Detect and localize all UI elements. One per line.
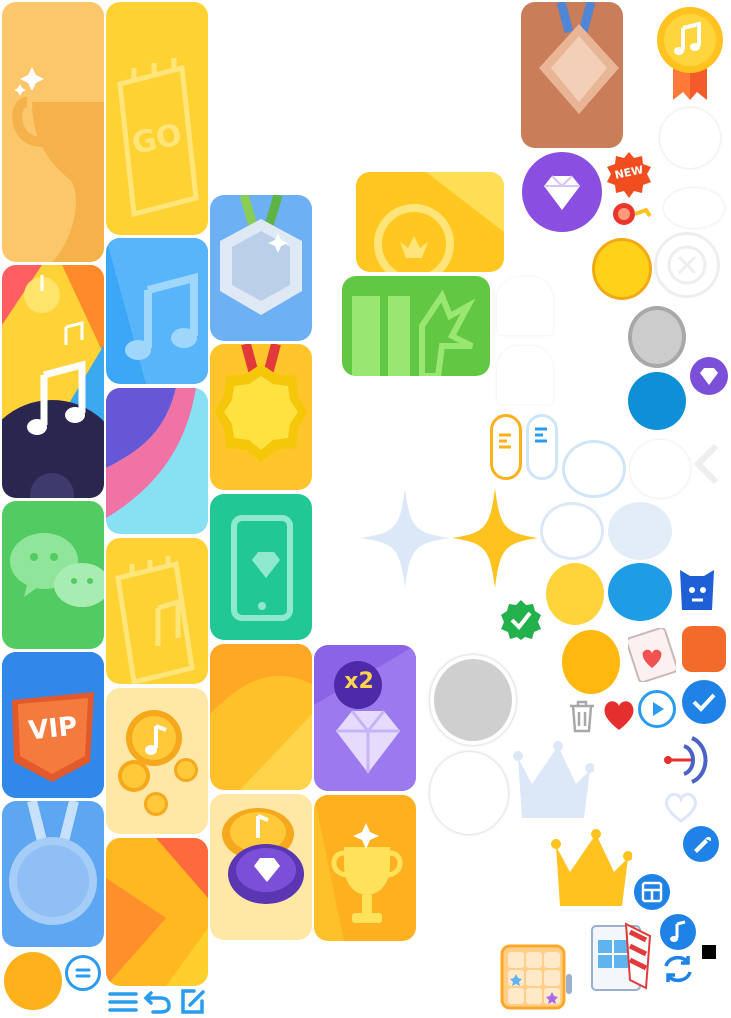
orange-dot-icon [4, 952, 62, 1010]
diamond-x2-icon [314, 645, 416, 791]
refresh-icon[interactable] [660, 952, 696, 986]
trophy-icon [12, 67, 104, 262]
orange-tile [210, 644, 312, 790]
white-dot [660, 108, 720, 168]
trash-icon[interactable] [566, 698, 598, 734]
diamond-small-icon [690, 357, 728, 395]
music-badge-icon [655, 4, 725, 100]
yellow-dot-icon [546, 563, 604, 625]
diamond-x2-tile: x2 [314, 645, 416, 791]
wechat-icon [10, 533, 104, 607]
wechat-tile [2, 501, 104, 649]
play-circle-icon[interactable] [638, 690, 676, 728]
go-card-tile: GO [106, 2, 208, 235]
blue-dot-icon [628, 372, 686, 430]
orange-shapes-tile [106, 838, 208, 986]
sparkle-gold-icon [452, 488, 538, 588]
silver-medal-icon [220, 195, 302, 315]
bingo-card-icon [500, 944, 574, 1010]
music-note-icon [106, 238, 208, 384]
sparkle-light-icon [360, 488, 450, 588]
heart-outline-icon[interactable] [662, 790, 700, 824]
coins-tile [106, 688, 208, 834]
music-circle-icon[interactable] [660, 914, 696, 950]
vip-tile: VIP [2, 652, 104, 798]
music-blue-tile [106, 238, 208, 384]
phone-diamond-tile [210, 494, 312, 640]
bubble-white [630, 440, 690, 498]
black-square-icon [702, 945, 716, 959]
verified-check-icon [499, 598, 543, 640]
toggle-blue-icon[interactable] [526, 414, 558, 480]
gold-medal-tile [210, 344, 312, 490]
phone-diamond-icon [231, 515, 293, 621]
edit-icon[interactable] [178, 987, 208, 1015]
orange-dot-icon-2 [562, 630, 620, 694]
coin-diamond-tile [210, 794, 312, 940]
bubble-light [608, 502, 672, 560]
notification-icon[interactable] [683, 826, 719, 862]
blue-dot-icon-2 [608, 563, 672, 621]
crown-icon [550, 826, 632, 912]
placeholder-card [497, 277, 553, 335]
bubble-outline-2 [540, 502, 604, 560]
coin-diamond-icon [222, 808, 304, 904]
close-circle-icon[interactable] [654, 232, 720, 298]
x2-label: x2 [344, 669, 374, 694]
music-card-tile [106, 538, 208, 684]
orange-square-icon [682, 626, 726, 672]
silver-coin-icon [628, 306, 686, 368]
bubble-outline [562, 440, 626, 498]
white-circle-button[interactable] [430, 752, 508, 834]
placeholder-card-2 [497, 346, 553, 404]
gold-medal-icon [214, 344, 308, 462]
silver-medal-tile [2, 801, 104, 947]
shop-icon [586, 918, 654, 996]
grid-icon[interactable] [634, 874, 670, 910]
gold-trophy-icon [314, 795, 416, 941]
white-dot-2 [664, 188, 724, 228]
bronze-medal-tile [521, 2, 623, 148]
music-note-icon [2, 265, 104, 498]
ticket-tile [356, 172, 504, 272]
back-chevron-icon[interactable] [692, 440, 724, 488]
gift-tile [342, 276, 490, 376]
music-color-tile [2, 265, 104, 498]
bronze-medal-icon [539, 2, 619, 114]
list-icon[interactable] [108, 989, 138, 1015]
gold-trophy-tile [314, 795, 416, 941]
grey-circle-button[interactable] [430, 655, 516, 745]
swirl-tile [106, 388, 208, 534]
firecracker-icon [610, 200, 652, 228]
gold-coin-icon [592, 238, 652, 300]
check-circle-icon[interactable] [682, 680, 726, 724]
toggle-orange-icon[interactable] [490, 414, 522, 480]
menu-circle-icon[interactable] [65, 955, 101, 991]
heart-icon[interactable] [602, 696, 636, 732]
diamond-circle-icon [522, 152, 602, 232]
undo-icon[interactable] [143, 987, 173, 1015]
trophy-tile [2, 2, 104, 262]
love-letter-icon [628, 628, 676, 682]
devil-badge-icon [676, 566, 718, 616]
silver-medal-tile-2 [210, 195, 312, 341]
signal-icon [662, 732, 712, 788]
music-coins-icon [118, 710, 198, 816]
new-badge-icon: NEW [606, 152, 652, 198]
crown-outline-icon [512, 740, 594, 824]
